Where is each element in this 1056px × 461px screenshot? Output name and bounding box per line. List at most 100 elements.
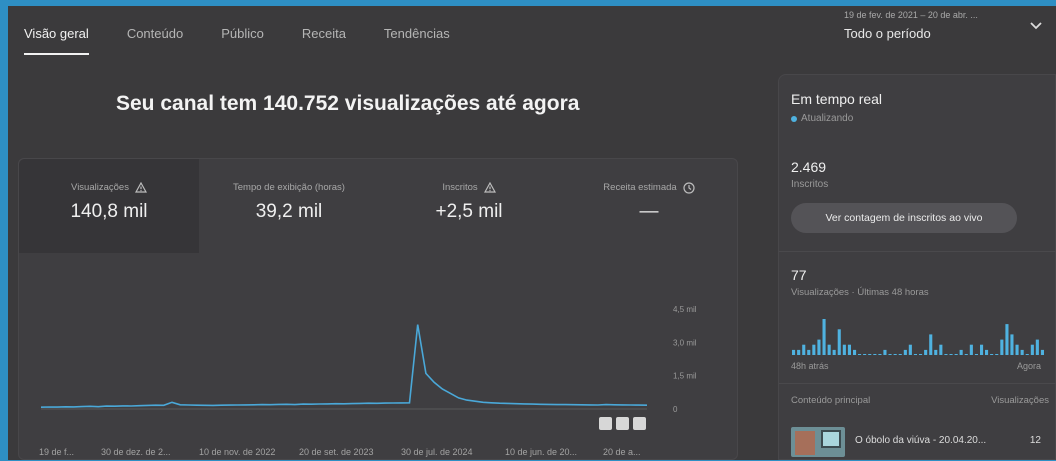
chart-expand-icon[interactable]: [633, 417, 646, 430]
page-title: Seu canal tem 140.752 visualizações até …: [116, 92, 580, 115]
top-content-item[interactable]: O óbolo da viúva - 20.04.20... 12: [791, 427, 1049, 459]
metric-subscribers[interactable]: Inscritos +2,5 mil: [379, 177, 559, 223]
realtime-views-label: Visualizações · Últimas 48 horas: [791, 287, 929, 298]
realtime-bar: [847, 344, 851, 355]
realtime-bar-chart: [792, 319, 1044, 355]
metric-revenue-label-wrap: Receita estimada: [603, 181, 695, 194]
realtime-bar: [1005, 324, 1009, 355]
top-content-title: O óbolo da viúva - 20.04.20...: [855, 435, 987, 446]
divider: [779, 383, 1056, 384]
realtime-bar: [817, 339, 821, 355]
views-line-chart: 4,5 mil 3,0 mil 1,5 mil 0 19 de f... 30 de de…: [39, 305, 697, 457]
realtime-bar: [964, 354, 968, 355]
views-series-line: [40, 324, 648, 408]
realtime-bar: [802, 344, 806, 355]
x-tick-label: 20 de a...: [603, 447, 641, 457]
realtime-bar: [792, 349, 796, 355]
realtime-bar: [990, 354, 994, 355]
realtime-bar: [878, 354, 882, 355]
realtime-bar: [832, 349, 836, 355]
chart-view-icon[interactable]: [599, 417, 612, 430]
metric-views-label: Visualizações: [71, 182, 129, 193]
realtime-panel: Em tempo real Atualizando 2.469 Inscrito…: [778, 74, 1056, 460]
realtime-subscribers-label: Inscritos: [791, 179, 829, 190]
live-subscribers-button[interactable]: Ver contagem de inscritos ao vivo: [791, 203, 1017, 233]
realtime-bar: [919, 354, 923, 355]
realtime-bar: [853, 349, 857, 355]
realtime-bar: [873, 354, 877, 355]
realtime-bar: [1030, 344, 1034, 355]
tab-revenue[interactable]: Receita: [302, 26, 346, 55]
analytics-screen: Visão geral Conteúdo Público Receita Ten…: [8, 6, 1056, 460]
tab-bar: Visão geral Conteúdo Público Receita Ten…: [24, 26, 488, 55]
top-content-header: Conteúdo principal: [791, 395, 871, 406]
y-tick-label: 1,5 mil: [673, 372, 697, 381]
realtime-bar: [1015, 344, 1019, 355]
realtime-bar: [934, 349, 938, 355]
x-tick-label: 30 de jul. de 2024: [401, 447, 473, 457]
realtime-bar: [980, 344, 984, 355]
realtime-title: Em tempo real: [791, 91, 883, 107]
realtime-bar: [995, 354, 999, 355]
realtime-bar: [883, 349, 887, 355]
realtime-bar: [827, 344, 831, 355]
chart-controls: [599, 417, 646, 430]
realtime-bar: [797, 349, 801, 355]
realtime-bar: [1040, 349, 1044, 355]
realtime-bar: [1020, 349, 1024, 355]
metric-revenue[interactable]: Receita estimada —: [559, 177, 739, 223]
realtime-bar: [924, 349, 928, 355]
realtime-bar: [1010, 334, 1014, 355]
x-tick-label: 10 de nov. de 2022: [199, 447, 275, 457]
x-tick-label: 20 de set. de 2023: [299, 447, 374, 457]
x-tick-label: 19 de f...: [39, 447, 74, 457]
realtime-bar: [868, 354, 872, 355]
chevron-down-icon[interactable]: [1028, 20, 1044, 32]
period-label: Todo o período: [844, 26, 931, 41]
realtime-bar: [837, 329, 841, 355]
tab-content[interactable]: Conteúdo: [127, 26, 183, 55]
realtime-status: Atualizando: [791, 113, 853, 124]
overview-card: Visualizações 140,8 mil Tempo de exibiçã…: [18, 158, 738, 460]
realtime-bar: [913, 354, 917, 355]
realtime-axis-end: Agora: [1016, 361, 1041, 371]
realtime-bar: [929, 334, 933, 355]
top-content-views: 12: [1029, 435, 1041, 446]
date-range-text: 19 de fev. de 2021 – 20 de abr. ...: [844, 10, 978, 20]
metric-views[interactable]: Visualizações 140,8 mil: [19, 159, 199, 253]
realtime-bar: [954, 354, 958, 355]
tab-trends[interactable]: Tendências: [384, 26, 450, 55]
realtime-bar: [898, 354, 902, 355]
tab-overview[interactable]: Visão geral: [24, 26, 89, 55]
warning-icon: [483, 182, 496, 193]
metric-subscribers-value: +2,5 mil: [435, 201, 503, 222]
x-tick-label: 10 de jun. de 20...: [505, 447, 577, 457]
realtime-status-label: Atualizando: [801, 113, 854, 124]
realtime-bar: [903, 349, 907, 355]
metric-views-label-wrap: Visualizações: [71, 182, 147, 193]
realtime-bar: [949, 354, 953, 355]
realtime-axis-start: 48h atrás: [791, 361, 829, 371]
y-tick-label: 3,0 mil: [673, 338, 697, 347]
realtime-bar: [842, 344, 846, 355]
realtime-bar: [1000, 339, 1004, 355]
metric-watch-time[interactable]: Tempo de exibição (horas) 39,2 mil: [199, 177, 379, 223]
metric-subscribers-label: Inscritos: [442, 182, 478, 193]
realtime-bar: [863, 354, 867, 355]
metric-watch-time-value: 39,2 mil: [255, 201, 323, 222]
y-tick-label: 0: [673, 405, 678, 414]
realtime-bar: [985, 349, 989, 355]
y-tick-label: 4,5 mil: [673, 305, 697, 314]
metric-subscribers-label-wrap: Inscritos: [442, 182, 496, 193]
date-range-selector[interactable]: 19 de fev. de 2021 – 20 de abr. ... Todo…: [844, 10, 978, 41]
divider: [779, 251, 1056, 252]
realtime-bar: [944, 354, 948, 355]
tab-audience[interactable]: Público: [221, 26, 264, 55]
metric-watch-time-label-wrap: Tempo de exibição (horas): [233, 182, 345, 193]
metric-views-value: 140,8 mil: [70, 201, 148, 222]
top-content-metric-header: Visualizações: [991, 395, 1049, 406]
chart-compare-icon[interactable]: [616, 417, 629, 430]
realtime-bar: [908, 344, 912, 355]
live-dot-icon: [791, 115, 797, 122]
realtime-bar: [858, 354, 862, 355]
